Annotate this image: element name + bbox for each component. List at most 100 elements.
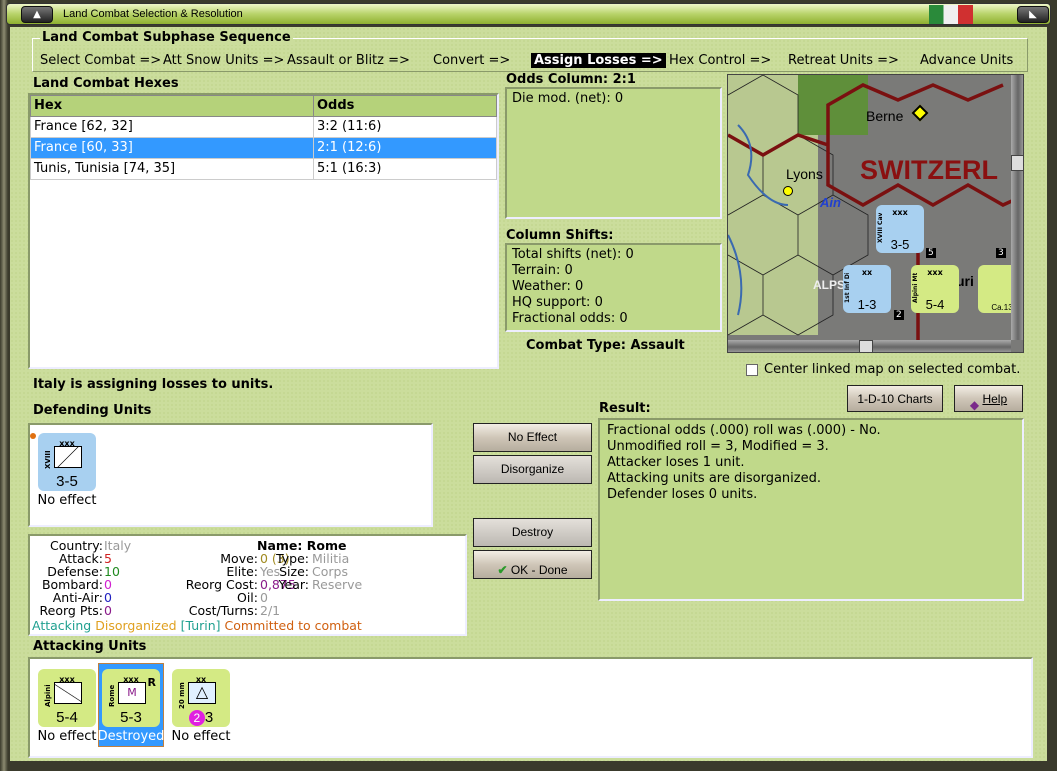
unit-strength: 1-3: [857, 297, 877, 312]
status-committed: Committed to combat: [224, 618, 362, 633]
ok-done-label: OK - Done: [510, 563, 568, 577]
charts-button[interactable]: 1-D-10 Charts: [847, 385, 943, 412]
unit-strength-row: 23: [172, 710, 230, 726]
step-select-combat: Select Combat =>: [40, 53, 162, 68]
odds-cell: 3:2 (11:6): [313, 116, 497, 138]
shifts-box: Total shifts (net): 0 Terrain: 0 Weather…: [505, 243, 722, 332]
step-assign-losses: Assign Losses =>: [531, 53, 666, 68]
destroy-button[interactable]: Destroy: [473, 518, 592, 547]
reserve-marker: R: [147, 676, 156, 689]
title-bar[interactable]: ▲ Land Combat Selection & Resolution ◣: [6, 3, 1051, 25]
col-odds[interactable]: Odds: [313, 95, 497, 117]
info-labels-col2: Move: Elite: Reorg Cost: Oil: Cost/Turns:: [140, 552, 258, 617]
unit-status: No effect: [37, 493, 97, 508]
horizontal-scroll-thumb[interactable]: [859, 340, 873, 352]
step-hex-control: Hex Control =>: [669, 53, 772, 68]
unit-strength: 3-5: [56, 473, 78, 490]
unit-info-panel: Country: Attack: Defense: Bombard: Anti-Air:…: [28, 534, 467, 636]
hex-cell: France [62, 32]: [30, 116, 314, 138]
attacking-unit-counter[interactable]: xx 20 mm △ 23: [172, 669, 230, 727]
map-counter[interactable]: xxx Alpini Mtn 5-4: [911, 265, 959, 313]
step-retreat: Retreat Units =>: [788, 53, 899, 68]
odds-title: Odds Column: 2:1: [506, 72, 636, 87]
attacking-units-list: xxx Alpini Mtn 5-4 No effect xxx R Rome …: [28, 657, 1033, 758]
hex-cell: Tunis, Tunisia [74, 35]: [30, 158, 314, 180]
result-line: Attacker loses 1 unit.: [607, 455, 745, 470]
odds-box: Die mod. (net): 0: [505, 87, 722, 219]
unit-strength: 5-4: [56, 709, 78, 726]
help-button[interactable]: ◆ Help: [954, 385, 1023, 412]
map-vertical-scrollbar[interactable]: [1011, 75, 1023, 340]
unit-strength: 3-5: [890, 237, 910, 252]
anti-air-symbol-icon: △: [188, 682, 216, 704]
stack-count: 5: [926, 248, 936, 258]
table-row-selected[interactable]: France [60, 33] 2:1 (12:6): [30, 137, 497, 159]
vertical-scroll-thumb[interactable]: [1011, 155, 1023, 171]
status-message: Italy is assigning losses to units.: [33, 377, 274, 392]
map-counter[interactable]: xx 1st Inf Div 1-3: [843, 265, 891, 313]
total-shifts: Total shifts (net): 0: [512, 247, 634, 262]
unit-strength: 5-4: [925, 297, 945, 312]
defending-title: Defending Units: [33, 403, 152, 418]
status-hq: [Turin]: [180, 618, 221, 633]
year-label: Year:: [278, 577, 309, 592]
hexes-title: Land Combat Hexes: [33, 76, 179, 91]
hex-table: Hex Odds France [62, 32] 3:2 (11:6) France…: [28, 93, 499, 369]
sequence-title: Land Combat Subphase Sequence: [40, 30, 293, 45]
table-row[interactable]: Tunis, Tunisia [74, 35] 5:1 (16:3): [30, 158, 497, 180]
info-labels-col3: Type: Size: Year:: [263, 552, 309, 591]
step-advance: Advance Units: [920, 53, 1014, 68]
step-att-snow: Att Snow Units =>: [163, 53, 285, 68]
help-label: Help: [982, 392, 1008, 406]
map-label-alps: ALPS: [813, 278, 846, 292]
odds-cell: 2:1 (12:6): [313, 137, 497, 159]
year-value: Reserve: [312, 577, 363, 592]
close-button[interactable]: ◣: [1017, 6, 1049, 23]
info-values-col1: Italy 5 10 0 0 0: [104, 539, 131, 617]
hq-support-shift: HQ support: 0: [512, 295, 603, 310]
attacking-unit-counter-selected[interactable]: xxx R Rome M 5-3: [102, 669, 160, 727]
italy-flag-icon: [929, 5, 973, 24]
die-mod: Die mod. (net): 0: [512, 91, 624, 106]
stack-count: 2: [894, 310, 904, 320]
result-title: Result:: [599, 401, 651, 416]
collapse-button[interactable]: ▲: [21, 6, 53, 23]
book-icon: ◆: [969, 398, 980, 412]
charts-label: 1-D-10 Charts: [857, 392, 933, 406]
no-effect-label: No Effect: [507, 430, 558, 444]
weather-shift: Weather: 0: [512, 279, 584, 294]
no-effect-button[interactable]: No Effect: [473, 423, 592, 452]
stack-count: 3: [996, 248, 1006, 258]
table-row[interactable]: France [62, 32] 3:2 (11:6): [30, 116, 497, 138]
ok-done-button[interactable]: ✔ OK - Done: [473, 550, 592, 579]
reorgpts-value: 0: [104, 603, 112, 618]
city-icon: [783, 186, 793, 196]
unit-status: Destroyed: [97, 729, 165, 744]
combat-type: Combat Type: Assault: [526, 338, 685, 353]
center-map-checkbox[interactable]: [746, 364, 758, 376]
cavalry-symbol-icon: [54, 446, 82, 468]
checkmark-icon: ✔: [497, 563, 508, 577]
defending-unit-counter[interactable]: xxx XVIII Cav 3-5: [38, 433, 96, 491]
reorgpts-label: Reorg Pts:: [39, 603, 103, 618]
unit-status: No effect: [171, 729, 231, 744]
map-counter[interactable]: xxx XVIII Cav 3-5: [876, 205, 924, 253]
map-label-river: Ain: [820, 195, 841, 210]
linked-map[interactable]: Berne Lyons SWITZERL Ain ALPS uri xxx XVI…: [727, 74, 1024, 353]
odds-cell: 5:1 (16:3): [313, 158, 497, 180]
disorganize-button[interactable]: Disorganize: [473, 455, 592, 484]
result-line: Unmodified roll = 3, Modified = 3.: [607, 439, 829, 454]
terrain-shift: Terrain: 0: [512, 263, 573, 278]
destroy-label: Destroy: [511, 525, 554, 539]
attacking-unit-counter[interactable]: xxx Alpini Mtn 5-4: [38, 669, 96, 727]
col-hex[interactable]: Hex: [30, 95, 314, 117]
map-label-lyons: Lyons: [786, 166, 823, 182]
step-convert: Convert =>: [433, 53, 511, 68]
unit-status: No effect: [37, 729, 97, 744]
costturns-value: 2/1: [260, 603, 281, 618]
result-box: Fractional odds (.000) roll was (.000) -…: [598, 418, 1024, 601]
defending-units-list: xxx XVIII Cav 3-5 No effect: [28, 423, 433, 527]
result-line: Attacking units are disorganized.: [607, 471, 821, 486]
status-attacking: Attacking: [32, 618, 92, 633]
info-labels-col1: Country: Attack: Defense: Bombard: Anti-Air:…: [30, 539, 103, 617]
